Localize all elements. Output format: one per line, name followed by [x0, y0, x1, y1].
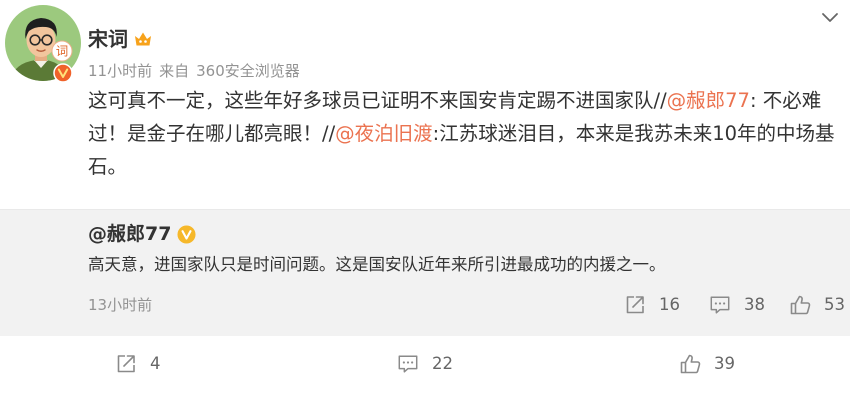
like-count: 53 — [824, 295, 845, 314]
repost-icon[interactable] — [624, 294, 646, 316]
repost-count: 4 — [150, 354, 161, 373]
post-content: 这可真不一定，这些年好多球员已证明不来国安肯定踢不进国家队//@赧郎77: 不必… — [88, 84, 835, 183]
verified-badge-icon — [53, 63, 73, 83]
comment-icon[interactable] — [709, 294, 731, 316]
post-content-line: 这可真不一定，这些年好多球员已证明不来国安肯定踢不进国家队//@赧郎77: 不必… — [88, 84, 835, 117]
post-content-line: 石。 — [88, 150, 835, 183]
post-text-segment: 这可真不一定，这些年好多球员已证明不来国安肯定踢不进国家队// — [88, 89, 667, 112]
verified-badge-icon — [177, 224, 196, 244]
original-repost-button[interactable]: 16 — [624, 294, 680, 316]
post-meta: 11小时前 来自 360安全浏览器 — [88, 61, 307, 81]
source-prefix: 来自 — [159, 62, 190, 80]
mention-link[interactable]: @赧郎77 — [667, 89, 750, 112]
mention-link[interactable]: @夜泊旧渡 — [335, 122, 433, 145]
like-button[interactable]: 39 — [679, 353, 735, 375]
post-text-segment: 石。 — [88, 155, 128, 178]
author-row: 宋词 — [88, 26, 153, 52]
repost-count: 16 — [659, 295, 680, 314]
repost-button[interactable]: 4 — [115, 353, 161, 375]
original-like-button[interactable]: 53 — [789, 294, 845, 316]
avatar-badge-text: 词 — [56, 44, 69, 59]
vip-crown-icon[interactable] — [133, 30, 153, 48]
comment-icon[interactable] — [397, 353, 419, 375]
original-comment-button[interactable]: 38 — [709, 294, 765, 316]
original-post-card[interactable]: @赧郎77 高天意，进国家队只是时间问题。这是国安队近年来所引进最成功的内援之一… — [0, 209, 850, 336]
original-post-text: 高天意，进国家队只是时间问题。这是国安队近年来所引进最成功的内援之一。 — [88, 255, 666, 274]
post-text-segment: :江苏球迷泪目，本来是我苏未来10年的中场基 — [432, 122, 835, 145]
comment-count: 38 — [744, 295, 765, 314]
post-time[interactable]: 11小时前 — [88, 62, 152, 80]
like-count: 39 — [714, 354, 735, 373]
post-source: 360安全浏览器 — [196, 62, 300, 80]
like-icon[interactable] — [789, 294, 811, 316]
post-text-segment: : 不必难 — [749, 89, 822, 112]
like-icon[interactable] — [679, 353, 701, 375]
post-text-segment: 过！是金子在哪儿都亮眼！// — [88, 122, 336, 145]
comment-count: 22 — [432, 354, 453, 373]
comment-button[interactable]: 22 — [397, 353, 453, 375]
original-author-row: @赧郎77 — [88, 222, 196, 246]
repost-icon[interactable] — [115, 353, 137, 375]
post-content-line: 过！是金子在哪儿都亮眼！//@夜泊旧渡:江苏球迷泪目，本来是我苏未来10年的中场… — [88, 117, 835, 150]
original-author-name[interactable]: @赧郎77 — [88, 222, 171, 246]
author-name[interactable]: 宋词 — [88, 26, 128, 52]
original-post-time[interactable]: 13小时前 — [88, 295, 152, 315]
chevron-down-icon[interactable] — [820, 11, 840, 25]
